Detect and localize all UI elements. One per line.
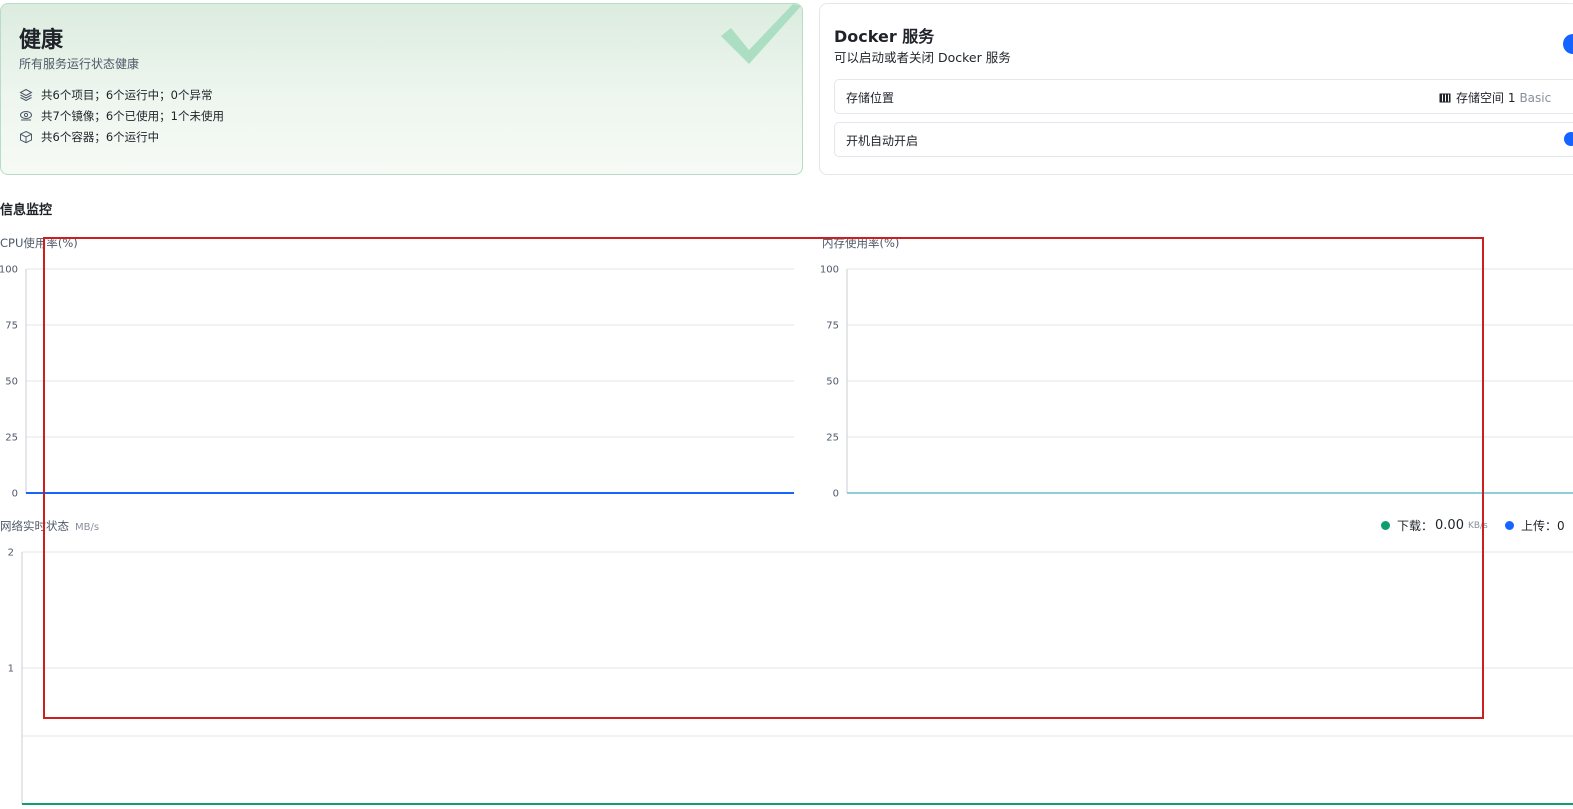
autostart-toggle[interactable] [1564,132,1573,146]
project-stat: 共6个项目；6个运行中；0个异常 [19,87,212,103]
memory-chart-tick-label: 50 [826,377,839,388]
download-unit: KB/s [1467,520,1488,531]
memory-chart-title: 内存使用率(%) [822,236,900,250]
storage-space-name: 存储空间 1 [1456,91,1516,105]
memory-chart-tick-label: 75 [826,321,839,332]
network-chart-label: 网络实时状态 [0,519,69,533]
memory-usage-chart: 0 25 50 75 100 [820,265,1573,500]
network-chart-unit: MB/s [75,522,100,533]
upload-label: 上传：0 [1521,519,1565,533]
docker-title: Docker 服务 [834,27,935,46]
storage-location-value[interactable]: 存储空间 1 Basic [1439,89,1551,106]
legend-download[interactable]: 下载： 0.00 KB/s [1381,517,1488,534]
network-chart-tick-label: 1 [8,664,14,675]
image-stat-text: 共7个镜像；6个已使用；1个未使用 [41,109,224,123]
autostart-row: 开机自动开启 [834,122,1573,157]
docker-service-toggle[interactable] [1563,34,1573,54]
download-dot-icon [1381,521,1390,530]
image-icon [19,109,33,123]
memory-chart-tick-label: 100 [820,265,839,276]
container-box-icon [19,130,33,144]
cpu-chart-tick-label: 0 [12,489,18,500]
storage-icon [1439,93,1451,102]
memory-chart-tick-label: 0 [833,489,839,500]
download-value: 0.00 [1435,518,1464,533]
monitor-section-title: 信息监控 [0,203,53,218]
download-label: 下载： [1397,519,1434,533]
cpu-chart-title: CPU使用率(%) [0,236,78,250]
cpu-usage-chart: 0 25 50 75 100 [0,265,794,500]
health-subtitle: 所有服务运行状态健康 [19,57,140,71]
cpu-chart-tick-label: 100 [0,265,18,276]
health-title: 健康 [19,28,64,53]
network-chart-title: 网络实时状态 MB/s [0,518,99,534]
project-stat-text: 共6个项目；6个运行中；0个异常 [41,88,213,102]
cpu-chart-tick-label: 50 [5,377,18,388]
container-stat-text: 共6个容器；6个运行中 [41,130,160,144]
autostart-label: 开机自动开启 [846,134,919,148]
cpu-chart-tick-label: 75 [5,321,18,332]
storage-tag: Basic [1519,90,1552,105]
container-stat: 共6个容器；6个运行中 [19,129,159,145]
checkmark-icon [721,4,801,64]
storage-location-row[interactable]: 存储位置 存储空间 1 Basic [834,79,1573,114]
upload-dot-icon [1505,521,1514,530]
legend-upload[interactable]: 上传：0 [1505,517,1565,534]
docker-service-card: Docker 服务 可以启动或者关闭 Docker 服务 存储位置 存储空间 1… [819,3,1573,175]
docker-subtitle: 可以启动或者关闭 Docker 服务 [834,50,1011,65]
network-realtime-chart: 12 [8,548,1573,805]
layers-icon [19,88,33,102]
storage-location-label: 存储位置 [846,91,895,105]
memory-chart-tick-label: 25 [826,433,839,444]
health-card: 健康 所有服务运行状态健康 共6个项目；6个运行中；0个异常 共7个镜像；6个已… [0,3,803,175]
network-chart-tick-label: 2 [8,548,14,559]
cpu-chart-tick-label: 25 [5,433,18,444]
image-stat: 共7个镜像；6个已使用；1个未使用 [19,108,224,124]
